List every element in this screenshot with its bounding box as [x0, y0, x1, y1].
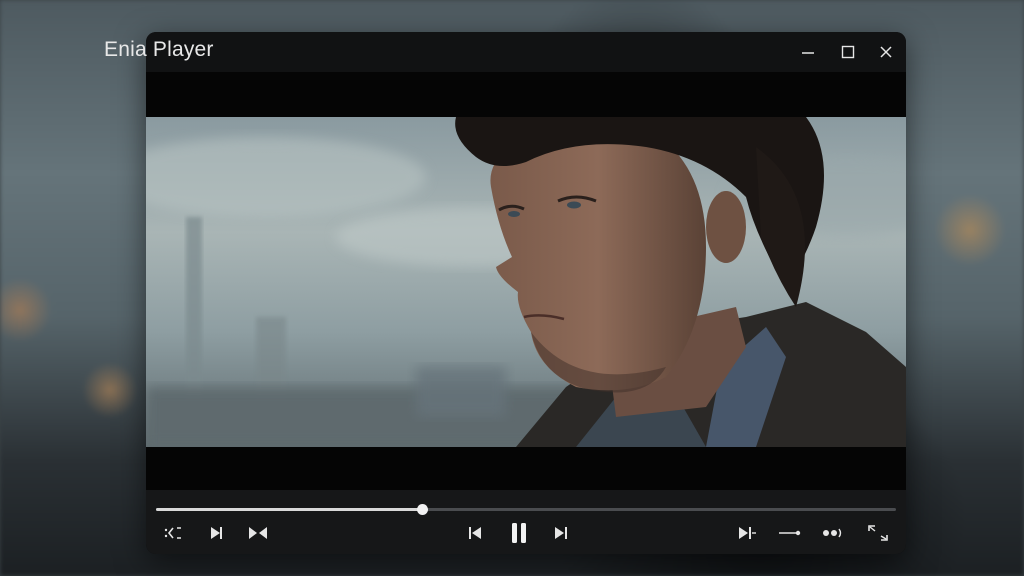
previous-button[interactable] [463, 522, 487, 544]
next-button[interactable] [549, 522, 573, 544]
audio-track-icon [823, 528, 842, 538]
fullscreen-icon [868, 525, 888, 541]
minimize-button[interactable] [795, 40, 821, 64]
next-frame-button[interactable] [204, 522, 228, 544]
seek-thumb[interactable] [417, 504, 429, 515]
next-frame-icon [211, 527, 222, 539]
minimize-icon [802, 52, 814, 54]
close-button[interactable] [873, 40, 899, 64]
skip-forward-icon [555, 527, 567, 539]
chapter-next-icon [739, 527, 756, 539]
player-window [146, 32, 906, 554]
pause-button[interactable] [506, 519, 532, 547]
maximize-button[interactable] [835, 40, 861, 64]
audio-track-button[interactable] [820, 522, 846, 544]
video-area[interactable] [146, 72, 906, 490]
video-still-image [146, 117, 906, 447]
chapter-next-button[interactable] [735, 522, 759, 544]
title-bar[interactable] [146, 32, 906, 72]
shuffle-icon [164, 527, 181, 539]
fullscreen-button[interactable] [866, 522, 890, 544]
seek-progress [156, 508, 423, 511]
pause-icon [512, 523, 526, 543]
video-frame [146, 117, 906, 447]
maximize-icon [841, 45, 855, 59]
subtitle-track-button[interactable] [777, 522, 803, 544]
step-icon [249, 527, 267, 539]
shuffle-button[interactable] [161, 522, 185, 544]
app-title: Enia Player [104, 38, 214, 61]
close-icon [880, 46, 892, 58]
seek-bar[interactable] [156, 504, 896, 515]
step-button[interactable] [246, 522, 270, 544]
control-bar [146, 490, 906, 554]
subtitle-track-icon [779, 530, 801, 536]
skip-back-icon [469, 527, 481, 539]
